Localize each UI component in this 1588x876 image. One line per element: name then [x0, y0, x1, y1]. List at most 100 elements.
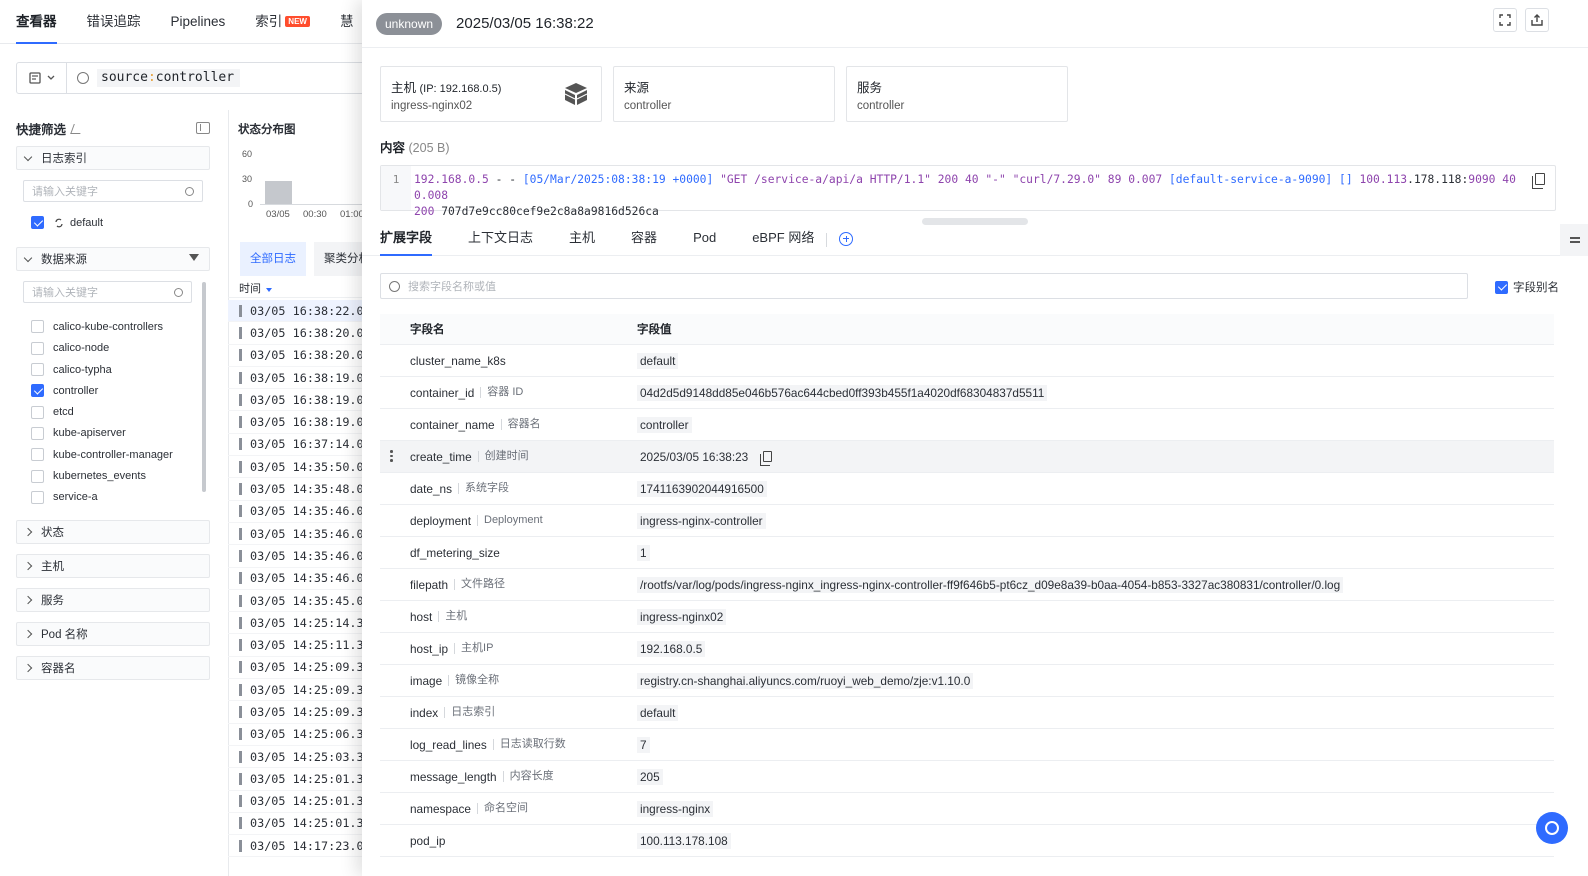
filter-option-default[interactable]: default [16, 212, 210, 233]
field-row[interactable]: container_id 容器 ID 04d2d5d9148dd85e046b576… [380, 377, 1554, 409]
log-row[interactable]: 03/05 16:38:20.04 [228, 345, 368, 367]
edit-icon[interactable] [70, 123, 84, 134]
nav-tab-error-tracking[interactable]: 错误追踪 [87, 0, 141, 44]
query-bar[interactable]: source:controller [16, 62, 376, 94]
filter-group-data-source[interactable]: 数据来源 [16, 247, 210, 272]
log-row[interactable]: 03/05 14:25:03.32 [228, 746, 368, 769]
field-row[interactable]: image 镜像全称 registry.cn-shanghai.aliyuncs.c… [380, 665, 1554, 697]
filter-option[interactable]: etcd [16, 401, 210, 422]
checkbox[interactable] [31, 490, 44, 504]
field-value[interactable]: ingress-nginx [637, 800, 714, 817]
log-row[interactable]: 03/05 14:25:01.32 [228, 791, 368, 813]
checkbox[interactable] [31, 469, 44, 483]
filter-option[interactable]: kube-apiserver [16, 423, 210, 444]
field-value[interactable]: 100.113.178.108 [637, 832, 731, 849]
checkbox-checked[interactable] [1495, 280, 1508, 294]
add-tab-icon[interactable] [839, 231, 854, 246]
log-row[interactable]: 03/05 14:25:01.32 [228, 768, 368, 791]
field-value[interactable]: ingress-nginx-controller [637, 512, 766, 529]
field-value[interactable]: 1 [637, 544, 650, 561]
filter-option[interactable]: controller [16, 380, 210, 401]
field-value[interactable]: 205 [637, 768, 663, 785]
field-value[interactable]: 04d2d5d9148dd85e046b576ac644cbed0ff393b4… [637, 384, 1048, 401]
query-mode-selector[interactable] [17, 63, 67, 93]
checkbox[interactable] [31, 341, 44, 355]
checkbox[interactable] [31, 363, 44, 377]
log-row[interactable]: 03/05 14:25:09.32 [228, 657, 368, 680]
field-row[interactable]: index 日志索引 default [380, 697, 1554, 729]
fullscreen-button[interactable] [1493, 8, 1517, 32]
nav-tab-pipelines[interactable]: Pipelines [171, 0, 226, 44]
field-value[interactable]: 1741163902044916500 [637, 480, 767, 497]
field-row[interactable]: pod_ip 100.113.178.108 [380, 825, 1554, 857]
nav-tab-more[interactable]: 慧 [340, 0, 354, 44]
tab-host[interactable]: 主机 [569, 224, 595, 256]
filter-option[interactable]: kube-controller-manager [16, 444, 210, 465]
checkbox[interactable] [31, 426, 44, 440]
index-keyword-input[interactable]: 请输入关键字 [23, 180, 203, 202]
field-row[interactable]: cluster_name_k8s default [380, 345, 1554, 377]
field-row[interactable]: message_length 内容长度 205 [380, 761, 1554, 793]
side-menu-toggle[interactable] [1560, 224, 1588, 256]
log-row[interactable]: 03/05 14:25:06.32 [228, 724, 368, 746]
query-input[interactable]: source:controller [97, 69, 241, 87]
field-value[interactable]: controller [637, 416, 692, 433]
copy-icon[interactable] [1532, 173, 1545, 189]
log-row[interactable]: 03/05 14:35:46.07 [228, 501, 368, 523]
log-row[interactable]: 03/05 14:35:46.07 [228, 545, 368, 568]
tab-ebpf-network[interactable]: eBPF 网络 [752, 224, 814, 256]
share-button[interactable] [1525, 8, 1549, 32]
filter-group-service[interactable]: 服务 [16, 587, 210, 612]
log-row[interactable]: 03/05 16:38:19.04 [228, 411, 368, 434]
field-value[interactable]: registry.cn-shanghai.aliyuncs.com/ruoyi_… [637, 672, 974, 689]
log-time-column-header[interactable]: 时间 [228, 280, 368, 298]
clear-filter-icon[interactable] [189, 254, 199, 262]
filter-option[interactable]: calico-node [16, 338, 210, 359]
host-card[interactable]: 主机 (IP: 192.168.0.5) ingress-nginx02 [380, 66, 602, 122]
tab-extended-fields[interactable]: 扩展字段 [380, 224, 433, 256]
log-row[interactable]: 03/05 14:25:01.32 [228, 813, 368, 836]
log-row[interactable]: 03/05 14:25:09.32 [228, 679, 368, 702]
filter-group-status[interactable]: 状态 [16, 519, 210, 544]
field-value[interactable]: 7 [637, 736, 650, 753]
service-card[interactable]: 服务 controller [846, 66, 1068, 122]
field-row[interactable]: host 主机 ingress-nginx02 [380, 601, 1554, 633]
field-search-input[interactable]: 搜索字段名称或值 [380, 273, 1468, 299]
filter-group-log-index[interactable]: 日志索引 [16, 146, 210, 170]
log-content-text[interactable]: 192.168.0.5 - - [05/Mar/2025:08:38:19 +0… [414, 172, 1524, 220]
filter-group-container-name[interactable]: 容器名 [16, 655, 210, 680]
log-row[interactable]: 03/05 14:35:48.07 [228, 478, 368, 501]
tab-context-logs[interactable]: 上下文日志 [468, 224, 533, 256]
filter-group-host[interactable]: 主机 [16, 553, 210, 578]
checkbox[interactable] [31, 405, 44, 419]
tab-container[interactable]: 容器 [631, 224, 657, 256]
log-row[interactable]: 03/05 14:17:23.05 [228, 835, 368, 858]
log-row[interactable]: 03/05 16:37:14.00 [228, 434, 368, 457]
field-row[interactable]: log_read_lines 日志读取行数 7 [380, 729, 1554, 761]
filter-option[interactable]: service-a [16, 487, 210, 508]
log-row[interactable]: 03/05 14:35:45.07 [228, 590, 368, 613]
field-value[interactable]: ingress-nginx02 [637, 608, 727, 625]
field-value[interactable]: 2025/03/05 16:38:23 [637, 449, 751, 465]
source-keyword-input[interactable]: 请输入关键字 [23, 281, 192, 304]
log-row[interactable]: 03/05 16:38:19.04 [228, 389, 368, 412]
source-card[interactable]: 来源 controller [613, 66, 835, 122]
log-row[interactable]: 03/05 14:25:09.32 [228, 701, 368, 724]
checkbox-checked[interactable] [31, 384, 44, 398]
checkbox-checked[interactable] [31, 216, 44, 230]
copy-icon[interactable] [760, 451, 773, 466]
filter-option[interactable]: calico-kube-controllers [16, 316, 210, 337]
log-row[interactable]: 03/05 14:35:46.07 [228, 568, 368, 590]
chart-bar[interactable] [265, 180, 292, 204]
sidebar-scrollbar[interactable] [202, 282, 206, 492]
nav-tab-viewer[interactable]: 查看器 [16, 0, 57, 44]
filter-option[interactable]: kubernetes_events [16, 465, 210, 486]
field-value[interactable]: 192.168.0.5 [637, 640, 706, 657]
field-row[interactable]: host_ip 主机IP 192.168.0.5 [380, 633, 1554, 665]
field-value[interactable]: /rootfs/var/log/pods/ingress-nginx_ingre… [637, 576, 1344, 593]
tab-all-logs[interactable]: 全部日志 [240, 242, 306, 276]
field-row[interactable]: df_metering_size 1 [380, 537, 1554, 569]
log-row[interactable]: 03/05 14:25:14.33 [228, 612, 368, 635]
filter-group-pod-name[interactable]: Pod 名称 [16, 621, 210, 646]
filter-option[interactable]: calico-typha [16, 359, 210, 380]
